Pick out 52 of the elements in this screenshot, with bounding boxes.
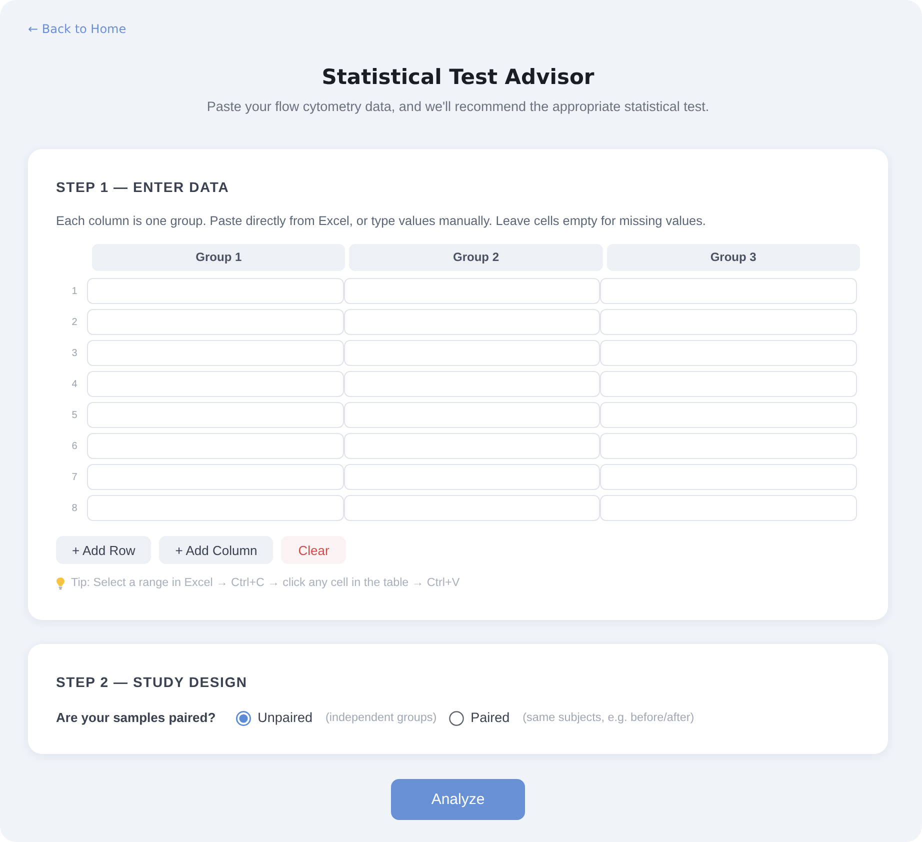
radio-button[interactable] (236, 710, 251, 726)
row-number: 2 (72, 316, 78, 328)
data-cell-input[interactable] (600, 278, 857, 304)
data-cell-input[interactable] (344, 309, 600, 335)
add-button[interactable]: + Add Row (56, 536, 152, 564)
data-cell-input[interactable] (344, 340, 600, 366)
question-label: Are your samples paired? (56, 709, 216, 727)
data-cell-input[interactable] (344, 464, 600, 490)
data-cell-input[interactable] (344, 278, 600, 304)
row-number: 1 (72, 286, 78, 296)
data-cell-input[interactable] (600, 433, 857, 459)
clear-button[interactable]: Clear (281, 536, 346, 564)
page-title: Statistical Test Advisor (322, 64, 594, 90)
tip-text: Tip: Select a range in Excel → Ctrl+C → click any cell in the table → Ctrl+V (71, 575, 460, 591)
data-cell-input[interactable] (600, 495, 857, 521)
radio-label[interactable]: Paired (470, 708, 510, 728)
row-number: 7 (72, 472, 78, 482)
data-cell-input[interactable] (600, 309, 857, 335)
data-cell-input[interactable] (87, 402, 344, 428)
radio-label[interactable]: Unpaired (258, 708, 312, 728)
row-number: 5 (72, 410, 78, 420)
data-cell-input[interactable] (87, 278, 344, 304)
page-subtitle: Paste your flow cytometry data, and we'll recommend the appropriate statistical test. (206, 98, 710, 116)
step-heading: STEP 1 — ENTER DATA (56, 178, 230, 197)
row-number: 8 (72, 502, 78, 514)
data-cell-input[interactable] (600, 371, 857, 397)
data-cell-input[interactable] (344, 371, 600, 397)
data-cell-input[interactable] (600, 402, 857, 428)
data-cell-input[interactable] (600, 340, 857, 366)
step-description: Each column is one group. Paste directly from Excel, or type values manually. Leave cells empty for missing values. (56, 213, 706, 229)
step-heading: STEP 2 — STUDY DESIGN (56, 673, 248, 692)
row-number: 3 (72, 348, 78, 358)
radio-button[interactable] (448, 710, 464, 726)
column-header: Group 1 (92, 244, 346, 271)
column-header: Group 2 (349, 244, 603, 271)
data-cell-input[interactable] (600, 464, 857, 490)
data-cell-input[interactable] (344, 433, 600, 459)
data-cell-input[interactable] (87, 464, 344, 490)
data-cell-input[interactable] (87, 433, 344, 459)
data-cell-input[interactable] (344, 495, 600, 521)
row-number: 6 (72, 440, 78, 452)
column-header: Group 3 (606, 244, 860, 271)
lightbulb-icon (56, 576, 65, 590)
data-cell-input[interactable] (344, 402, 600, 428)
data-cell-input[interactable] (87, 495, 344, 521)
data-cell-input[interactable] (87, 309, 344, 335)
add-button[interactable]: + Add Column (159, 536, 274, 564)
option-hint: (same subjects, e.g. before/after) (522, 710, 694, 726)
option-hint: (independent groups) (325, 710, 437, 726)
data-cell-input[interactable] (87, 371, 344, 397)
data-cell-input[interactable] (87, 340, 344, 366)
row-number: 4 (72, 378, 78, 390)
